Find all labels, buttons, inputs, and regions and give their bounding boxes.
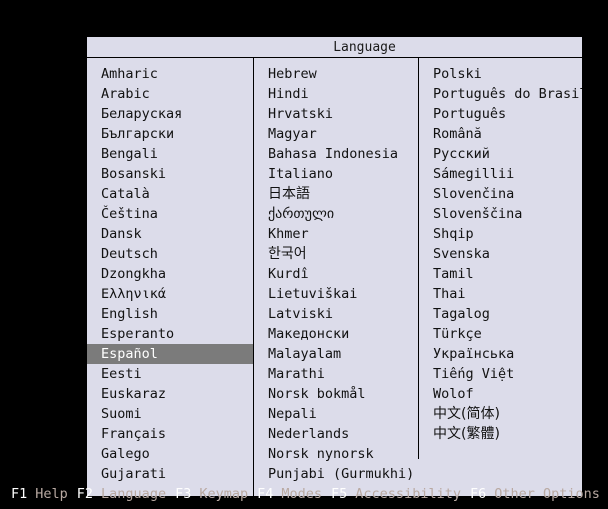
language-item[interactable]: Español (87, 344, 253, 364)
language-item[interactable]: Polski (419, 64, 582, 84)
language-item[interactable]: Norsk nynorsk (254, 444, 418, 464)
language-item[interactable]: Bahasa Indonesia (254, 144, 418, 164)
function-key-f2[interactable]: F2 Language (77, 486, 166, 502)
function-key-f3[interactable]: F3 Keymap (175, 486, 248, 502)
function-key-f6[interactable]: F6 Other Options (470, 486, 600, 502)
language-item[interactable]: Українська (419, 344, 582, 364)
language-item[interactable]: Galego (87, 444, 253, 464)
language-item[interactable]: Dzongkha (87, 264, 253, 284)
language-column-3: Polski Português do Brasil Português Română… (418, 58, 582, 459)
language-item[interactable]: Română (419, 124, 582, 144)
language-item[interactable]: Svenska (419, 244, 582, 264)
language-item[interactable]: 한국어 (254, 244, 418, 264)
language-item[interactable]: Marathi (254, 364, 418, 384)
language-item[interactable]: Tamil (419, 264, 582, 284)
language-item[interactable]: Tagalog (419, 304, 582, 324)
function-key-f5[interactable]: F5 Accessibility (331, 486, 461, 502)
function-key-action: Accessibility (355, 486, 461, 502)
language-item[interactable]: Shqip (419, 224, 582, 244)
language-item[interactable]: Nepali (254, 404, 418, 424)
language-item[interactable]: ქართული (254, 204, 418, 224)
function-key-label: F6 (469, 486, 487, 502)
language-item[interactable]: Eesti (87, 364, 253, 384)
function-key-action: Help (35, 486, 68, 502)
language-item[interactable]: Gujarati (87, 464, 253, 484)
language-item[interactable]: Sámegillii (419, 164, 582, 184)
language-item[interactable]: Euskaraz (87, 384, 253, 404)
language-item[interactable]: Khmer (254, 224, 418, 244)
function-key-action: Keymap (199, 486, 249, 502)
function-key-f4[interactable]: F4 Modes (257, 486, 322, 502)
language-item[interactable]: Malayalam (254, 344, 418, 364)
function-key-action: Modes (281, 486, 323, 502)
function-key-action: Language (101, 486, 167, 502)
language-item[interactable]: Català (87, 184, 253, 204)
language-item[interactable]: Arabic (87, 84, 253, 104)
language-item[interactable]: Hindi (254, 84, 418, 104)
language-item[interactable]: Slovenčina (419, 184, 582, 204)
language-item[interactable]: 中文(繁體) (419, 424, 582, 444)
language-item[interactable]: Hebrew (254, 64, 418, 84)
function-key-bar: F1 Help F2 Language F3 Keymap F4 Modes F5 Accessi… (0, 484, 608, 505)
language-item[interactable]: Bosanski (87, 164, 253, 184)
language-item[interactable]: Türkçe (419, 324, 582, 344)
language-item[interactable]: Français (87, 424, 253, 444)
language-item[interactable]: Nederlands (254, 424, 418, 444)
language-item[interactable]: Português (419, 104, 582, 124)
language-item[interactable]: Português do Brasil (419, 84, 582, 104)
language-item[interactable]: Čeština (87, 204, 253, 224)
language-item[interactable]: Беларуская (87, 104, 253, 124)
language-item[interactable]: Ελληνικά (87, 284, 253, 304)
language-item[interactable]: Македонски (254, 324, 418, 344)
language-item[interactable]: 中文(简体) (419, 404, 582, 424)
language-item[interactable]: Dansk (87, 224, 253, 244)
language-item[interactable]: Wolof (419, 384, 582, 404)
language-item[interactable]: Lietuviškai (254, 284, 418, 304)
function-key-label: F3 (175, 486, 192, 502)
language-item[interactable]: Kurdî (254, 264, 418, 284)
dialog-title: Language (333, 40, 396, 55)
language-columns: Amharic Arabic Беларуская Български Bengali B… (87, 58, 582, 496)
language-column-1: Amharic Arabic Беларуская Български Bengali B… (87, 58, 253, 496)
language-column-2: Hebrew Hindi Hrvatski Magyar Bahasa Indonesi… (253, 58, 418, 496)
language-item[interactable]: Italiano (254, 164, 418, 184)
language-item[interactable]: English (87, 304, 253, 324)
language-item[interactable]: Slovenščina (419, 204, 582, 224)
language-item[interactable]: Deutsch (87, 244, 253, 264)
dialog-titlebar: Language (87, 37, 582, 58)
language-item[interactable]: Hrvatski (254, 104, 418, 124)
language-item[interactable]: Tiếng Việt (419, 364, 582, 384)
function-key-f1[interactable]: F1 Help (11, 486, 68, 502)
function-key-label: F5 (331, 486, 348, 502)
language-item[interactable]: Magyar (254, 124, 418, 144)
language-item[interactable]: Bengali (87, 144, 253, 164)
language-item[interactable]: Thai (419, 284, 582, 304)
function-key-label: F4 (257, 486, 274, 502)
language-item[interactable]: 日本語 (254, 184, 418, 204)
language-item[interactable]: Esperanto (87, 324, 253, 344)
language-item[interactable]: Български (87, 124, 253, 144)
language-item[interactable]: Amharic (87, 64, 253, 84)
language-item[interactable]: Latviski (254, 304, 418, 324)
installer-screen: Language Amharic Arabic Беларуская Българск… (0, 0, 608, 509)
language-item[interactable]: Suomi (87, 404, 253, 424)
language-item[interactable]: Punjabi (Gurmukhi) (254, 464, 418, 484)
function-key-label: F2 (76, 486, 94, 502)
language-item[interactable]: Norsk bokmål (254, 384, 418, 404)
function-key-label: F1 (11, 486, 28, 502)
language-item[interactable]: Русский (419, 144, 582, 164)
function-key-action: Other Options (494, 486, 600, 502)
language-dialog: Language Amharic Arabic Беларуская Българск… (86, 36, 583, 497)
